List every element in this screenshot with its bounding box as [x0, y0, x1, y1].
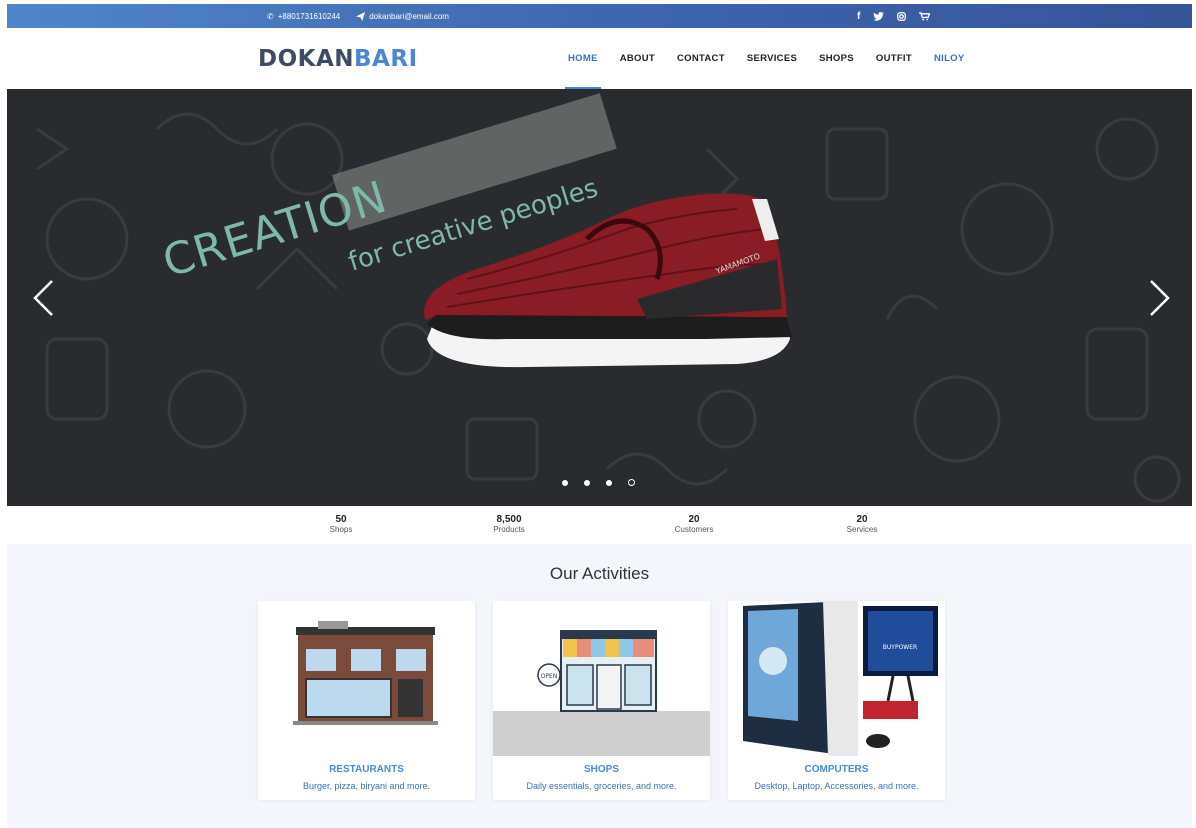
stat-products: 8,500 Products: [469, 514, 549, 535]
card-description: Burger, pizza, biryani and more.: [302, 781, 431, 791]
social-links: f: [857, 4, 931, 28]
open-sign: OPEN: [541, 673, 558, 680]
carousel-dot-active[interactable]: [628, 479, 635, 486]
carousel-dot[interactable]: [606, 479, 612, 486]
logo-text-dokan: dokan: [258, 46, 355, 72]
email-address[interactable]: dokanbari@email.com: [369, 12, 449, 21]
restaurant-image: [258, 601, 475, 756]
stat-value: 20: [856, 514, 868, 525]
nav-item-services[interactable]: SERVICES: [736, 28, 808, 89]
nav-menu: HOME ABOUT CONTACT SERVICES SHOPS OUTFIT…: [557, 28, 976, 89]
instagram-icon[interactable]: [897, 11, 907, 21]
card-title: COMPUTERS: [804, 764, 869, 775]
hero-carousel: CREATION for creative peoples YAMAMOTO: [7, 89, 1192, 506]
stat-shops: 50 Shops: [301, 514, 381, 535]
facebook-icon[interactable]: f: [857, 11, 860, 22]
computer-image: BUYPOWER: [728, 601, 945, 756]
stats-bar: 50 Shops 8,500 Products 20 Customers 20 …: [7, 506, 1192, 544]
carousel-dot[interactable]: [584, 479, 590, 486]
card-title: SHOPS: [583, 764, 619, 775]
sneaker-image: YAMAMOTO: [424, 193, 792, 368]
card-description: Desktop, Laptop, Accessories, and more.: [754, 781, 919, 791]
card-title: RESTAURANTS: [329, 764, 404, 775]
stat-value: 8,500: [496, 514, 522, 525]
stat-services: 20 Services: [822, 514, 902, 535]
section-heading: Our Activities: [549, 564, 650, 583]
prev-slide-arrow[interactable]: [32, 279, 54, 326]
carousel-indicators: [562, 479, 635, 486]
nav-item-outfit[interactable]: OUTFIT: [865, 28, 923, 89]
carousel-dot[interactable]: [562, 479, 568, 486]
cart-icon[interactable]: [919, 11, 931, 21]
activity-card-shops[interactable]: OPEN SHOPS Daily essentials, groceries, …: [493, 601, 710, 800]
stat-value: 20: [688, 514, 700, 525]
stat-label: Customers: [674, 525, 714, 534]
stat-label: Services: [846, 525, 878, 534]
logo-text-bari: bari: [354, 46, 418, 72]
phone-number[interactable]: +8801731610244: [278, 12, 341, 21]
contact-info: ✆ +8801731610244 dokanbari@email.com: [267, 4, 449, 28]
activity-card-restaurants[interactable]: RESTAURANTS Burger, pizza, biryani and m…: [258, 601, 475, 800]
nav-item-contact[interactable]: CONTACT: [666, 28, 736, 89]
stat-customers: 20 Customers: [654, 514, 734, 535]
activities-section: Our Activities RESTAURANTS Burger, pizza…: [7, 544, 1192, 828]
shop-image: OPEN: [493, 601, 710, 756]
phone-icon: ✆: [267, 11, 274, 21]
card-description: Daily essentials, groceries, and more.: [526, 781, 677, 791]
nav-item-home[interactable]: HOME: [557, 28, 609, 89]
nav-item-shops[interactable]: SHOPS: [808, 28, 865, 89]
stat-label: Products: [493, 525, 525, 534]
monitor-brand: BUYPOWER: [883, 644, 917, 651]
activity-card-computers[interactable]: BUYPOWER COMPUTERS Desktop, Laptop, Acce…: [728, 601, 945, 800]
main-navbar: dokanbari HOME ABOUT CONTACT SERVICES SH…: [7, 28, 1192, 89]
site-logo[interactable]: dokanbari: [258, 46, 418, 72]
twitter-icon[interactable]: [873, 11, 885, 21]
send-icon: [356, 11, 366, 21]
stat-label: Shops: [329, 525, 353, 534]
top-info-bar: ✆ +8801731610244 dokanbari@email.com f: [7, 4, 1192, 28]
stat-value: 50: [335, 514, 347, 525]
nav-item-user[interactable]: NILOY: [923, 28, 976, 89]
nav-item-about[interactable]: ABOUT: [609, 28, 666, 89]
next-slide-arrow[interactable]: [1149, 279, 1171, 326]
